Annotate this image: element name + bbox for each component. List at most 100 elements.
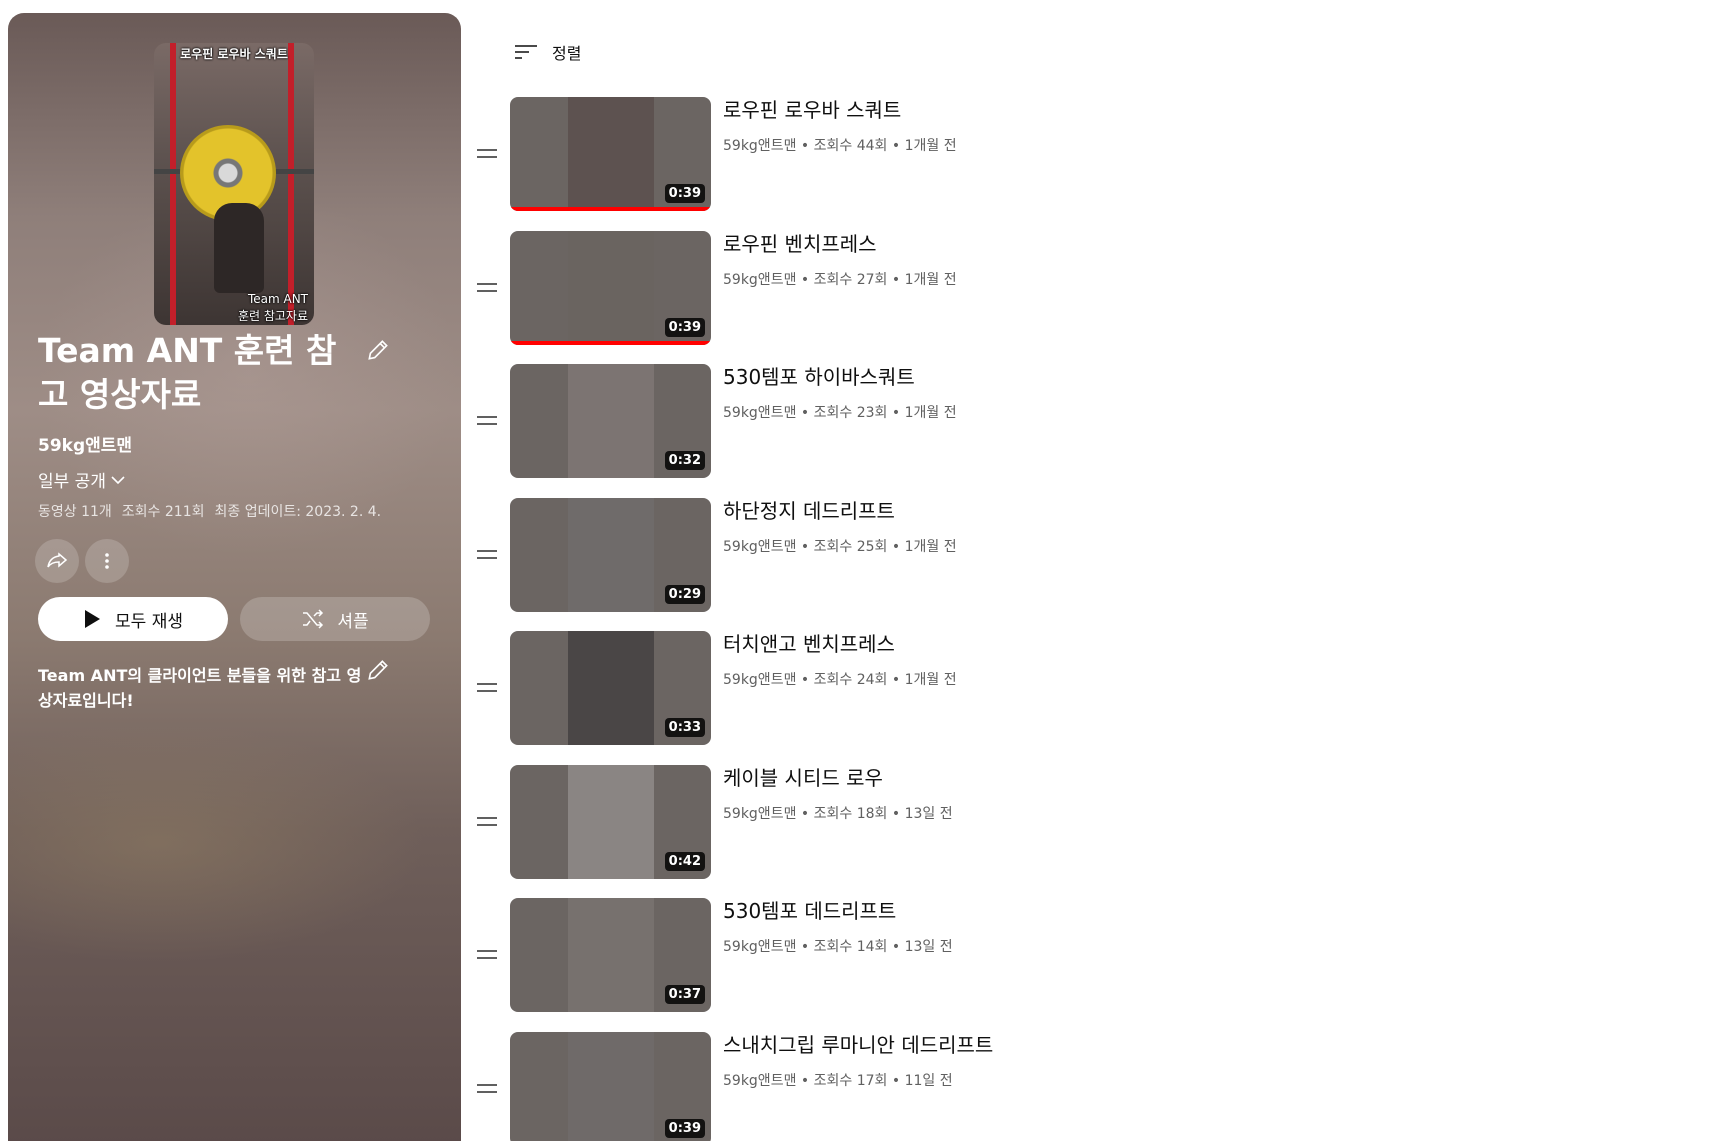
sort-button[interactable]: 정렬 [514, 40, 581, 64]
video-duration: 0:39 [664, 318, 705, 337]
watch-progress-bar [510, 341, 711, 345]
play-icon [85, 610, 101, 628]
video-age: 1개월 전 [904, 672, 957, 688]
sort-label: 정렬 [552, 44, 582, 63]
video-meta: 59kg앤트맨 • 조회수 44회 • 1개월 전 [723, 138, 957, 154]
chevron-down-icon [111, 475, 125, 484]
video-duration: 0:39 [664, 184, 705, 203]
video-thumbnail[interactable]: 0:33 [510, 631, 711, 745]
rack-post [170, 43, 176, 325]
lifter-figure [214, 203, 264, 293]
privacy-dropdown[interactable]: 일부 공개 [38, 467, 126, 492]
more-vertical-icon [105, 553, 109, 569]
playlist-video-row[interactable]: 0:37 530템포 데드리프트 59kg앤트맨 • 조회수 14회 • 13일 전 [475, 898, 1035, 1012]
video-meta: 59kg앤트맨 • 조회수 25회 • 1개월 전 [723, 539, 957, 555]
video-views: 조회수 14회 [813, 939, 888, 955]
playlist-video-row[interactable]: 0:39 로우핀 벤치프레스 59kg앤트맨 • 조회수 27회 • 1개월 전 [475, 231, 1035, 345]
video-duration: 0:39 [664, 1119, 705, 1138]
playlist-header-panel: 로우핀 로우바 스쿼트 Team ANT 훈련 참고자료 Team ANT 훈련… [8, 13, 461, 1141]
sort-icon [515, 45, 537, 59]
video-views: 조회수 18회 [813, 806, 888, 822]
video-frame [568, 97, 654, 211]
play-all-button[interactable]: 모두 재생 [38, 597, 228, 641]
playlist-video-row[interactable]: 0:32 530템포 하이바스쿼트 59kg앤트맨 • 조회수 23회 • 1개월 … [475, 364, 1035, 478]
video-title[interactable]: 530템포 데드리프트 [723, 898, 896, 924]
drag-handle-icon[interactable] [475, 412, 499, 430]
video-frame [568, 1032, 654, 1141]
video-thumbnail[interactable]: 0:39 [510, 231, 711, 345]
video-channel[interactable]: 59kg앤트맨 [723, 806, 796, 822]
drag-handle-icon[interactable] [475, 813, 499, 831]
video-thumbnail[interactable]: 0:32 [510, 364, 711, 478]
video-thumbnail[interactable]: 0:29 [510, 498, 711, 612]
video-age: 11일 전 [904, 1073, 953, 1089]
video-thumbnail[interactable]: 0:42 [510, 765, 711, 879]
video-frame [568, 364, 654, 478]
playlist-title[interactable]: Team ANT 훈련 참고 영상자료 [38, 329, 358, 417]
last-updated: 최종 업데이트: 2023. 2. 4. [214, 504, 382, 520]
video-views: 조회수 25회 [813, 539, 888, 555]
video-title[interactable]: 로우핀 벤치프레스 [723, 231, 877, 257]
playlist-cover-thumbnail[interactable]: 로우핀 로우바 스쿼트 Team ANT 훈련 참고자료 [154, 43, 314, 325]
video-age: 1개월 전 [904, 539, 957, 555]
playlist-video-row[interactable]: 0:39 로우핀 로우바 스쿼트 59kg앤트맨 • 조회수 44회 • 1개월 전 [475, 97, 1035, 211]
playlist-owner[interactable]: 59kg앤트맨 [38, 431, 132, 456]
video-channel[interactable]: 59kg앤트맨 [723, 939, 796, 955]
cover-caption-brand: Team ANT [247, 292, 308, 306]
shuffle-button[interactable]: 셔플 [240, 597, 430, 641]
privacy-label: 일부 공개 [38, 472, 106, 492]
video-title[interactable]: 터치앤고 벤치프레스 [723, 631, 895, 657]
drag-handle-icon[interactable] [475, 946, 499, 964]
video-title[interactable]: 로우핀 로우바 스쿼트 [723, 97, 901, 123]
video-meta: 59kg앤트맨 • 조회수 27회 • 1개월 전 [723, 272, 957, 288]
video-age: 13일 전 [904, 939, 953, 955]
video-views: 조회수 23회 [813, 405, 888, 421]
video-views: 조회수 44회 [813, 138, 888, 154]
video-frame [568, 898, 654, 1012]
drag-handle-icon[interactable] [475, 679, 499, 697]
video-channel[interactable]: 59kg앤트맨 [723, 405, 796, 421]
video-meta: 59kg앤트맨 • 조회수 17회 • 11일 전 [723, 1073, 953, 1089]
video-count: 동영상 11개 [38, 504, 112, 520]
playlist-description[interactable]: Team ANT의 클라이언트 분들을 위한 참고 영상자료입니다! [38, 663, 368, 713]
video-channel[interactable]: 59kg앤트맨 [723, 138, 796, 154]
video-views: 조회수 27회 [813, 272, 888, 288]
video-frame [568, 498, 654, 612]
video-title[interactable]: 530템포 하이바스쿼트 [723, 364, 915, 390]
drag-handle-icon[interactable] [475, 546, 499, 564]
video-duration: 0:33 [664, 718, 705, 737]
cover-caption-top: 로우핀 로우바 스쿼트 [180, 47, 288, 61]
video-frame [568, 765, 654, 879]
video-thumbnail[interactable]: 0:39 [510, 97, 711, 211]
share-button[interactable] [35, 539, 79, 583]
video-channel[interactable]: 59kg앤트맨 [723, 672, 796, 688]
video-duration: 0:32 [664, 451, 705, 470]
video-age: 1개월 전 [904, 405, 957, 421]
playlist-video-row[interactable]: 0:39 스내치그립 루마니안 데드리프트 59kg앤트맨 • 조회수 17회 • … [475, 1032, 1035, 1141]
drag-handle-icon[interactable] [475, 1080, 499, 1098]
video-channel[interactable]: 59kg앤트맨 [723, 1073, 796, 1089]
edit-title-pencil-icon[interactable] [365, 337, 391, 363]
playlist-video-row[interactable]: 0:42 케이블 시티드 로우 59kg앤트맨 • 조회수 18회 • 13일 전 [475, 765, 1035, 879]
video-title[interactable]: 하단정지 데드리프트 [723, 498, 895, 524]
video-views: 조회수 17회 [813, 1073, 888, 1089]
rack-post [288, 43, 294, 325]
watch-progress-bar [510, 207, 711, 211]
more-actions-button[interactable] [85, 539, 129, 583]
video-title[interactable]: 케이블 시티드 로우 [723, 765, 883, 791]
video-age: 13일 전 [904, 806, 953, 822]
drag-handle-icon[interactable] [475, 145, 499, 163]
playlist-video-row[interactable]: 0:33 터치앤고 벤치프레스 59kg앤트맨 • 조회수 24회 • 1개월 전 [475, 631, 1035, 745]
video-meta: 59kg앤트맨 • 조회수 23회 • 1개월 전 [723, 405, 957, 421]
video-thumbnail[interactable]: 0:37 [510, 898, 711, 1012]
video-channel[interactable]: 59kg앤트맨 [723, 272, 796, 288]
video-frame [568, 231, 654, 345]
video-thumbnail[interactable]: 0:39 [510, 1032, 711, 1141]
video-channel[interactable]: 59kg앤트맨 [723, 539, 796, 555]
playlist-stats: 동영상 11개 조회수 211회 최종 업데이트: 2023. 2. 4. [38, 501, 381, 521]
playlist-video-row[interactable]: 0:29 하단정지 데드리프트 59kg앤트맨 • 조회수 25회 • 1개월 전 [475, 498, 1035, 612]
edit-description-pencil-icon[interactable] [365, 657, 391, 683]
video-title[interactable]: 스내치그립 루마니안 데드리프트 [723, 1032, 993, 1058]
drag-handle-icon[interactable] [475, 279, 499, 297]
share-icon [47, 552, 68, 568]
